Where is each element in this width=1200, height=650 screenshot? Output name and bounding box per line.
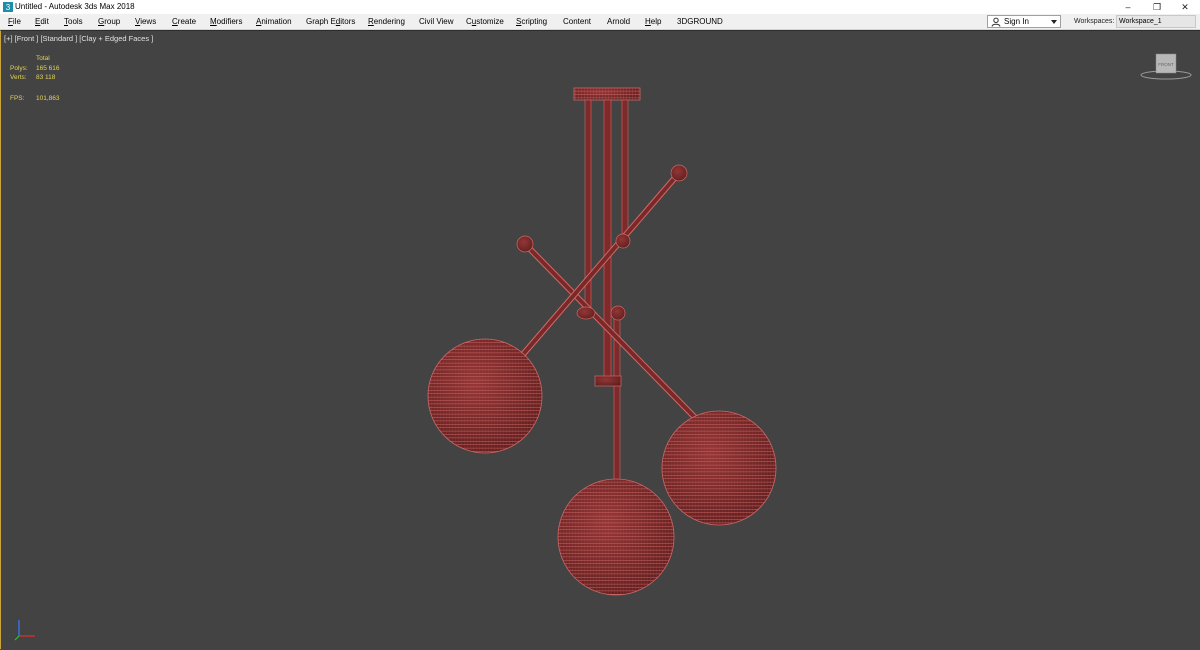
menu-file[interactable]: File xyxy=(8,14,21,29)
menu-animation[interactable]: Animation xyxy=(256,14,292,29)
sign-in-label: Sign In xyxy=(1004,17,1029,26)
menu-create[interactable]: Create xyxy=(172,14,196,29)
menu-tools[interactable]: Tools xyxy=(64,14,83,29)
user-icon xyxy=(991,17,1001,27)
menu-graph-editors[interactable]: Graph Editors xyxy=(306,14,355,29)
minimize-button[interactable]: – xyxy=(1113,0,1143,14)
title-bar: 3 Untitled - Autodesk 3ds Max 2018 – ❐ ✕ xyxy=(0,0,1200,14)
menu-3dground[interactable]: 3DGROUND xyxy=(677,14,723,29)
menu-modifiers[interactable]: Modifiers xyxy=(210,14,242,29)
menu-help[interactable]: Help xyxy=(645,14,661,29)
globe-left xyxy=(427,338,543,454)
window-title: Untitled - Autodesk 3ds Max 2018 xyxy=(15,2,135,11)
menu-civil-view[interactable]: Civil View xyxy=(419,14,454,29)
globe-bottom xyxy=(557,478,675,596)
menu-customize[interactable]: Customize xyxy=(466,14,504,29)
sign-in-dropdown[interactable]: Sign In xyxy=(987,15,1061,28)
chandelier-model[interactable] xyxy=(1,31,1200,650)
chevron-down-icon xyxy=(1051,20,1057,24)
axis-tripod-icon xyxy=(14,620,35,641)
menu-group[interactable]: Group xyxy=(98,14,120,29)
menu-scripting[interactable]: Scripting xyxy=(516,14,547,29)
close-button[interactable]: ✕ xyxy=(1170,0,1200,14)
restore-button[interactable]: ❐ xyxy=(1142,0,1172,14)
ceiling-canopy xyxy=(573,87,641,101)
globe-right xyxy=(661,410,777,526)
workspace-select[interactable]: Workspace_1 xyxy=(1116,15,1196,28)
menu-edit[interactable]: Edit xyxy=(35,14,49,29)
front-viewport[interactable]: [+] [Front ] [Standard ] [Clay + Edged F… xyxy=(0,30,1200,649)
3dsmax-app-icon: 3 xyxy=(3,2,13,12)
workspaces-label: Workspaces: xyxy=(1074,18,1115,25)
menu-content[interactable]: Content xyxy=(563,14,591,29)
menu-rendering[interactable]: Rendering xyxy=(368,14,405,29)
svg-text:3: 3 xyxy=(6,3,11,12)
menu-arnold[interactable]: Arnold xyxy=(607,14,630,29)
arm-joints xyxy=(516,164,688,387)
hanging-rods xyxy=(584,99,629,484)
menu-bar: File Edit Tools Group Views Create Modif… xyxy=(0,14,1200,30)
menu-views[interactable]: Views xyxy=(135,14,156,29)
